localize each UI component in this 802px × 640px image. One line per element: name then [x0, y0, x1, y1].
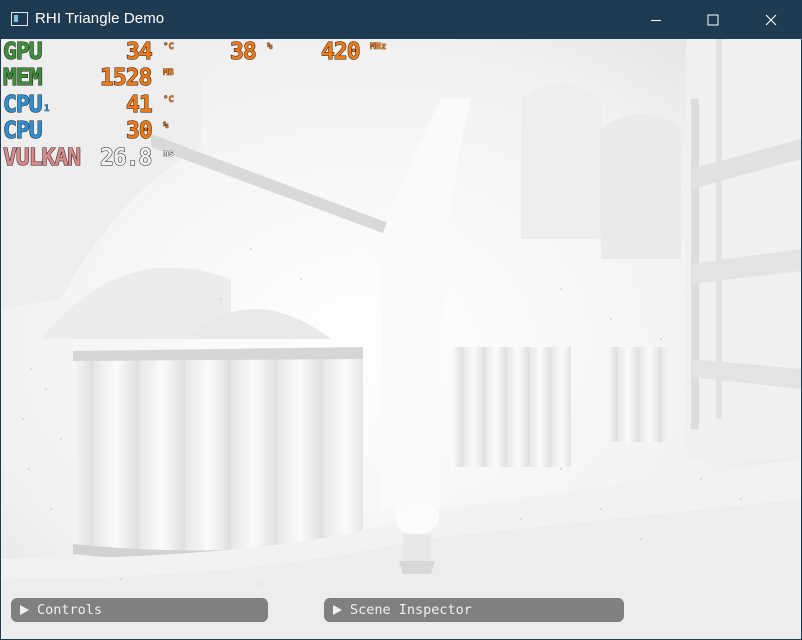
scene-inspector-panel-toggle[interactable]: Scene Inspector [324, 598, 624, 622]
expand-triangle-icon [20, 605, 29, 615]
app-window: RHI Triangle Demo GPU 34 °C 38 % 420 MHz… [0, 0, 802, 640]
mem-unit: MB [163, 68, 174, 79]
maximize-button[interactable] [684, 0, 742, 39]
expand-triangle-icon [333, 605, 342, 615]
vulkan-frametime-value: 26.8 [99, 145, 152, 172]
cpu-label: CPU [3, 118, 44, 145]
gpu-load-value: 38 [230, 39, 258, 66]
mem-value: 1528 [99, 65, 152, 92]
vulkan-label: VULKAN [2, 145, 81, 172]
controls-label: Controls [37, 602, 103, 618]
gpu-clock-unit: MHz [370, 42, 387, 53]
app-window-icon [11, 12, 28, 26]
cpu-load-value: 30 [126, 118, 154, 145]
mem-label: MEM [3, 65, 44, 92]
scene-inspector-label: Scene Inspector [350, 602, 472, 618]
maximize-icon [707, 14, 719, 25]
cpu1-temp-value: 41 [126, 92, 154, 119]
gpu-temp-value: 34 [126, 39, 154, 66]
gpu-clock-value: 420 [321, 39, 362, 66]
gpu-temp-unit: °C [163, 42, 174, 53]
gpu-load-unit: % [267, 42, 273, 53]
performance-overlay: GPU 34 °C 38 % 420 MHz MEM 1528 MB CPU 1… [1, 39, 421, 174]
window-title: RHI Triangle Demo [35, 10, 165, 27]
close-icon [765, 14, 777, 25]
title-bar[interactable]: RHI Triangle Demo [0, 0, 802, 39]
cpu1-subscript: 1 [44, 104, 50, 115]
cpu-load-unit: % [163, 121, 169, 132]
cpu1-temp-unit: °C [163, 95, 174, 106]
cpu1-label: CPU [3, 92, 44, 119]
vulkan-frametime-unit: ms [163, 149, 174, 160]
render-viewport[interactable]: GPU 34 °C 38 % 420 MHz MEM 1528 MB CPU 1… [1, 39, 801, 639]
minimize-button[interactable] [627, 0, 685, 39]
gpu-label: GPU [3, 39, 44, 66]
controls-panel-toggle[interactable]: Controls [11, 598, 268, 622]
close-button[interactable] [742, 0, 800, 39]
minimize-icon [651, 19, 661, 21]
